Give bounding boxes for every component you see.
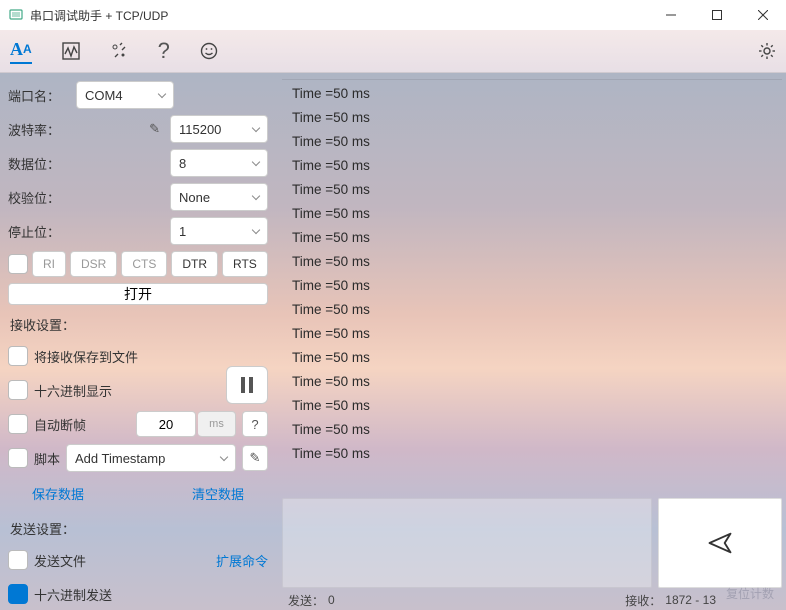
- rx-script-check[interactable]: [8, 448, 28, 468]
- minimize-button[interactable]: [648, 0, 694, 30]
- terminal-line: Time =50 ms: [292, 82, 772, 106]
- right-panel: Time =50 msTime =50 msTime =50 msTime =5…: [276, 73, 786, 610]
- send-input[interactable]: [282, 498, 652, 588]
- close-button[interactable]: [740, 0, 786, 30]
- recv-count-value: 1872 - 13: [665, 593, 716, 607]
- hex-send-check[interactable]: [8, 584, 28, 604]
- databits-select[interactable]: 8: [170, 149, 268, 177]
- sparkle-icon[interactable]: [110, 42, 128, 60]
- titlebar: 串口调试助手 + TCP/UDP: [0, 0, 786, 30]
- window-title: 串口调试助手 + TCP/UDP: [30, 7, 168, 24]
- rx-script-select[interactable]: Add Timestamp: [66, 444, 236, 472]
- autobreak-label: 自动断帧: [34, 415, 86, 434]
- gear-icon[interactable]: [758, 42, 776, 60]
- rts-button[interactable]: RTS: [222, 251, 268, 277]
- cts-pill: CTS: [121, 251, 167, 277]
- signal-check[interactable]: [8, 254, 28, 274]
- font-icon[interactable]: AA: [10, 39, 32, 64]
- terminal-line: Time =50 ms: [292, 346, 772, 370]
- recv-count-label: 接收：: [625, 592, 661, 609]
- terminal-line: Time =50 ms: [292, 418, 772, 442]
- autobreak-check[interactable]: [8, 414, 28, 434]
- rx-script-edit-icon[interactable]: ✎: [242, 445, 268, 471]
- save-data-link[interactable]: 保存数据: [32, 484, 84, 503]
- terminal-line: Time =50 ms: [292, 298, 772, 322]
- port-name-select[interactable]: COM4: [76, 81, 174, 109]
- terminal-line: Time =50 ms: [292, 178, 772, 202]
- waveform-icon[interactable]: [62, 42, 80, 60]
- dsr-pill: DSR: [70, 251, 117, 277]
- terminal-line: Time =50 ms: [292, 106, 772, 130]
- parity-select[interactable]: None: [170, 183, 268, 211]
- save-file-label: 将接收保存到文件: [34, 347, 138, 366]
- autobreak-value[interactable]: [136, 411, 196, 437]
- status-bar: 发送： 0 接收： 1872 - 13 复位计数: [282, 590, 782, 610]
- autobreak-help[interactable]: ?: [242, 411, 268, 437]
- terminal-line: Time =50 ms: [292, 370, 772, 394]
- terminal-line: Time =50 ms: [292, 202, 772, 226]
- terminal-line: Time =50 ms: [292, 274, 772, 298]
- hex-send-label: 十六进制发送: [34, 585, 112, 604]
- port-name-label: 端口名：: [8, 86, 70, 105]
- send-count-label: 发送：: [288, 592, 324, 609]
- reset-counter-link[interactable]: 复位计数: [726, 585, 774, 602]
- clear-data-link[interactable]: 清空数据: [192, 484, 244, 503]
- send-file-label: 发送文件: [34, 551, 86, 570]
- send-file-check[interactable]: [8, 550, 28, 570]
- tx-section-label: 发送设置：: [10, 519, 268, 538]
- terminal-line: Time =50 ms: [292, 322, 772, 346]
- main-area: 端口名： COM4 波特率： ✎ 115200 数据位： 8 校验位： None…: [0, 73, 786, 610]
- ri-pill: RI: [32, 251, 66, 277]
- baud-select[interactable]: 115200: [170, 115, 268, 143]
- ext-cmd-link[interactable]: 扩展命令: [216, 551, 268, 570]
- ms-unit: ms: [198, 411, 236, 437]
- edit-icon[interactable]: ✎: [149, 121, 160, 137]
- terminal-line: Time =50 ms: [292, 130, 772, 154]
- hex-display-check[interactable]: [8, 380, 28, 400]
- stopbits-select[interactable]: 1: [170, 217, 268, 245]
- app-icon: [8, 7, 24, 23]
- hex-display-label: 十六进制显示: [34, 381, 112, 400]
- parity-label: 校验位：: [8, 188, 70, 207]
- maximize-button[interactable]: [694, 0, 740, 30]
- left-panel: 端口名： COM4 波特率： ✎ 115200 数据位： 8 校验位： None…: [0, 73, 276, 610]
- open-button[interactable]: 打开: [8, 283, 268, 305]
- terminal-line: Time =50 ms: [292, 226, 772, 250]
- send-count-value: 0: [328, 593, 335, 607]
- smile-icon[interactable]: [200, 42, 218, 60]
- rx-script-label: 脚本: [34, 449, 60, 468]
- stopbits-label: 停止位：: [8, 222, 70, 241]
- terminal-line: Time =50 ms: [292, 250, 772, 274]
- pause-button[interactable]: [226, 366, 268, 404]
- terminal-line: Time =50 ms: [292, 154, 772, 178]
- terminal-line: Time =50 ms: [292, 394, 772, 418]
- toolbar: AA ?: [0, 30, 786, 73]
- databits-label: 数据位：: [8, 154, 70, 173]
- dtr-button[interactable]: DTR: [171, 251, 218, 277]
- terminal-output[interactable]: Time =50 msTime =50 msTime =50 msTime =5…: [282, 79, 782, 494]
- save-file-check[interactable]: [8, 346, 28, 366]
- baud-label: 波特率：: [8, 120, 70, 139]
- rx-section-label: 接收设置：: [10, 315, 268, 334]
- help-icon[interactable]: ?: [158, 38, 170, 64]
- send-button[interactable]: [658, 498, 782, 588]
- terminal-line: Time =50 ms: [292, 442, 772, 466]
